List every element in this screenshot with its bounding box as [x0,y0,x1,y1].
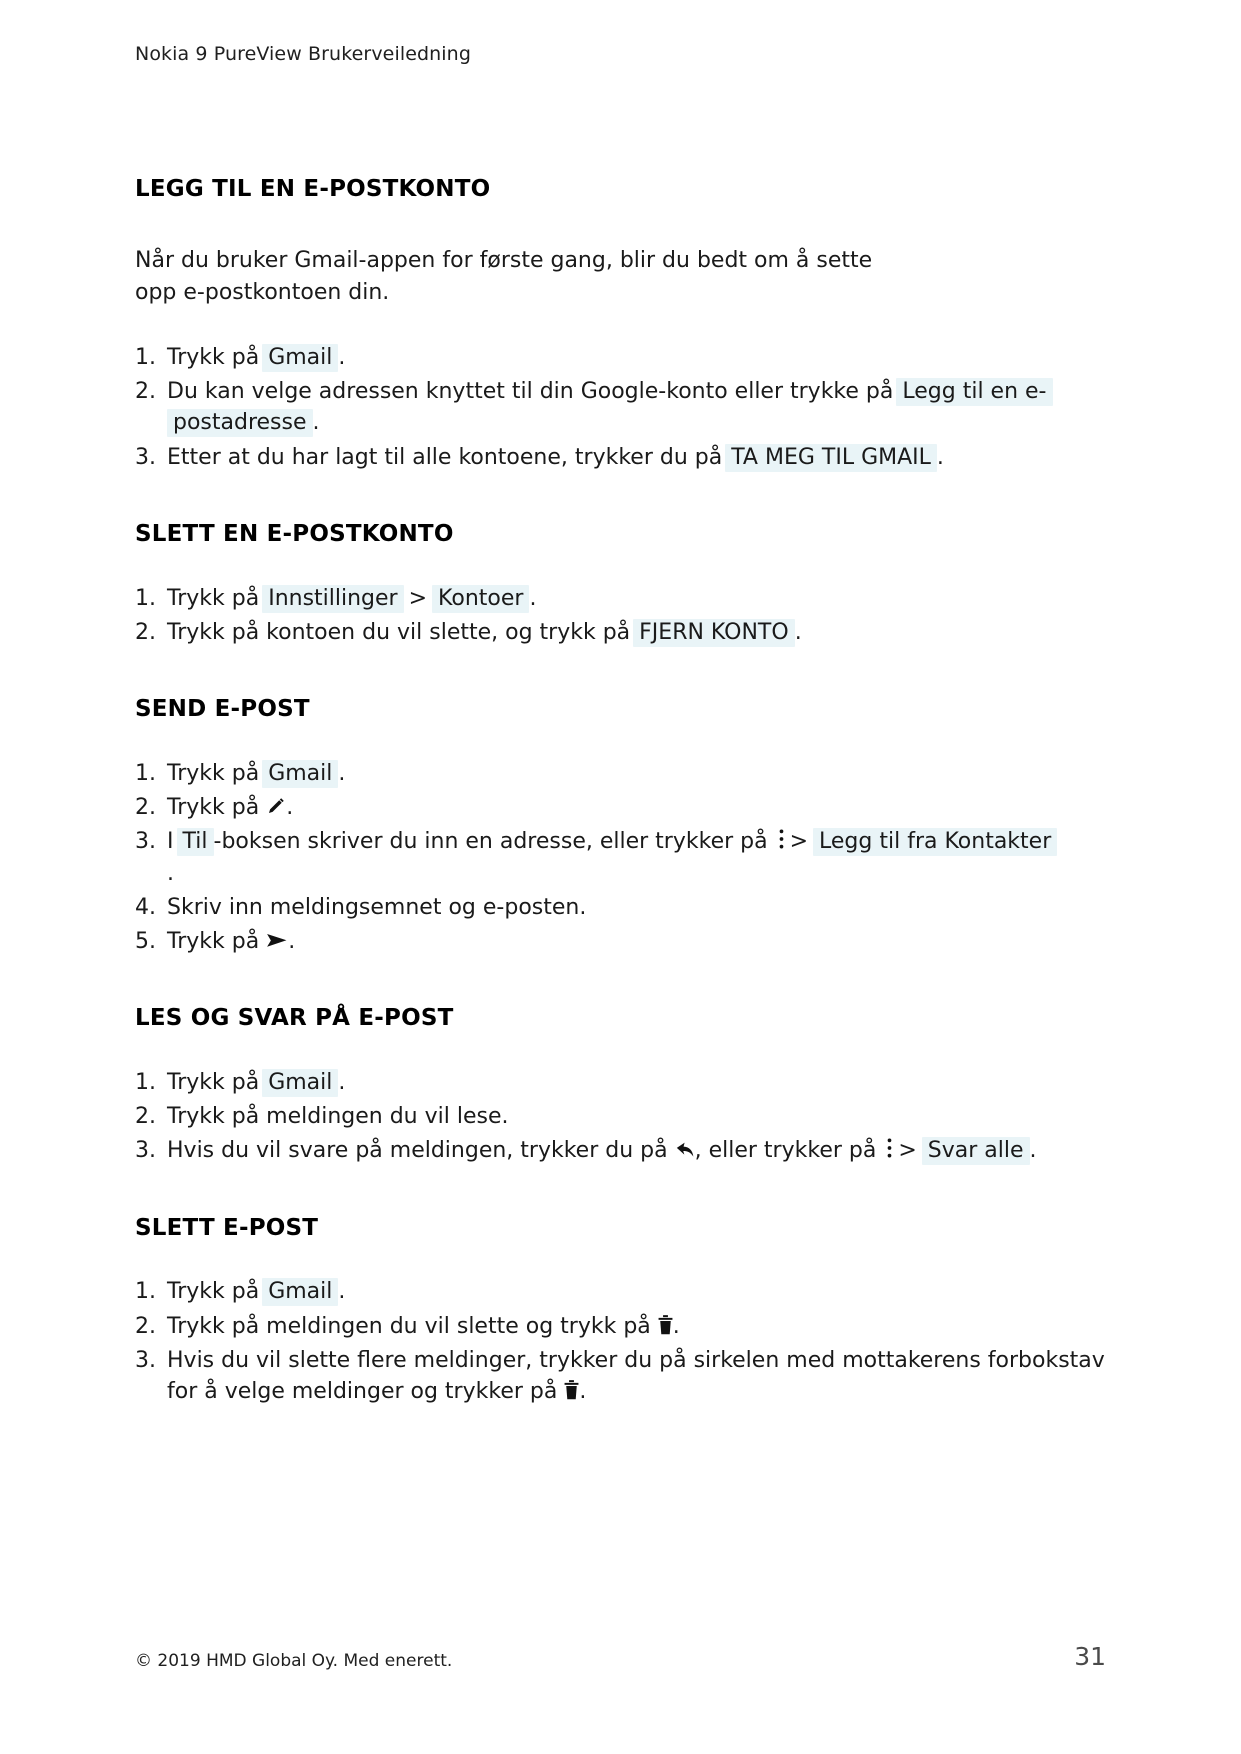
step-text-end: . [338,1279,346,1305]
running-header: Nokia 9 PureView Brukerveiledning [135,43,471,65]
ui-label-gmail[interactable]: Gmail [262,343,339,372]
more-vertical-icon[interactable] [778,828,785,850]
step-text: I [167,829,174,855]
step-text: Trykk på meldingen du vil lese. [167,1104,509,1130]
section-delete-email: SLETT E-POST Trykk på Gmail. Trykk på mel… [135,1214,1106,1408]
list-item: Trykk på . [135,792,1106,823]
section-send-email: SEND E-POST Trykk på Gmail. Trykk på . IT… [135,695,1106,957]
step-text-end: . [338,1069,346,1095]
breadcrumb-separator-icon: > [789,829,809,855]
list-item: Trykk på Gmail. [135,342,1106,373]
steps-add-email-account: Trykk på Gmail. Du kan velge adressen kny… [135,342,1106,473]
list-item: Skriv inn meldingsemnet og e-posten. [135,892,1106,923]
step-text: Trykk på [167,1279,260,1305]
list-item: Du kan velge adressen knyttet til din Go… [135,376,1106,438]
step-text: Trykk på [167,585,260,611]
list-item: Trykk på Innstillinger > Kontoer. [135,583,1106,614]
ui-label-gmail[interactable]: Gmail [262,1278,339,1307]
page-content: LEGG TIL EN E-POSTKONTO Når du bruker Gm… [135,175,1106,1408]
step-text-mid: , eller trykker på [694,1138,877,1164]
page-number: 31 [1074,1642,1106,1671]
step-text: Trykk på [167,344,260,370]
step-text-end: . [529,585,537,611]
step-text-end: . [936,444,944,470]
section-delete-email-account: SLETT EN E-POSTKONTO Trykk på Innstilling… [135,520,1106,648]
heading-send-email: SEND E-POST [135,696,310,723]
step-text: Etter at du har lagt til alle kontoene, … [167,444,723,470]
step-text-mid: -boksen skriver du inn en adresse, eller… [213,829,768,855]
step-text: Trykk på [167,1069,260,1095]
step-text: Skriv inn meldingsemnet og e-posten. [167,894,587,920]
heading-delete-email-account: SLETT EN E-POSTKONTO [135,520,454,547]
step-text: Trykk på kontoen du vil slette, og trykk… [167,619,631,645]
step-text: Trykk på [167,928,260,954]
list-item: Hvis du vil svare på meldingen, trykker … [135,1135,1106,1166]
step-text-end: . [312,410,320,436]
ui-label-add-from-contacts[interactable]: Legg til fra Kontakter [813,828,1058,857]
ui-label-reply-all[interactable]: Svar alle [921,1137,1030,1166]
list-item: Etter at du har lagt til alle kontoene, … [135,442,1106,473]
step-text: Trykk på [167,795,260,821]
send-icon[interactable] [266,932,288,950]
list-item: I Til -boksen skriver du inn en adresse, e… [135,826,1106,888]
step-text-end: . [286,795,294,821]
steps-delete-email-account: Trykk på Innstillinger > Kontoer. Trykk på … [135,583,1106,649]
list-item: Trykk på . [135,926,1106,957]
step-text: Hvis du vil svare på meldingen, trykker … [167,1138,668,1164]
section-read-reply-email: LES OG SVAR PÅ E-POST Trykk på Gmail. Try… [135,1004,1106,1167]
steps-read-reply-email: Trykk på Gmail. Trykk på meldingen du vil… [135,1067,1106,1167]
section-add-email-account: LEGG TIL EN E-POSTKONTO Når du bruker Gm… [135,175,1106,473]
list-item: Hvis du vil slette flere meldinger, tryk… [135,1345,1106,1407]
step-text: Hvis du vil slette flere meldinger, tryk… [167,1347,1105,1405]
ui-label-gmail[interactable]: Gmail [262,759,339,788]
list-item: Trykk på meldingen du vil slette og tryk… [135,1311,1106,1342]
ui-label-accounts[interactable]: Kontoer [432,584,530,613]
heading-delete-email: SLETT E-POST [135,1214,319,1241]
step-text: Trykk på [167,760,260,786]
reply-arrow-icon[interactable] [675,1141,695,1159]
step-text-end: . [167,860,174,886]
step-text-end: . [794,619,802,645]
pencil-icon[interactable] [266,796,286,816]
step-text-end: . [672,1313,680,1339]
list-item: Trykk på Gmail. [135,1276,1106,1307]
list-item: Trykk på meldingen du vil lese. [135,1101,1106,1132]
document-page: Nokia 9 PureView Brukerveiledning LEGG T… [0,0,1241,1754]
ui-label-take-me-to-gmail[interactable]: TA MEG TIL GMAIL [725,443,937,472]
list-item: Trykk på kontoen du vil slette, og trykk… [135,617,1106,648]
ui-label-settings[interactable]: Innstillinger [262,584,404,613]
intro-add-email-account: Når du bruker Gmail-appen for første gan… [135,248,873,305]
step-text-end: . [338,344,346,370]
trash-icon[interactable] [658,1314,673,1335]
trash-icon[interactable] [564,1380,579,1400]
step-text: Du kan velge adressen knyttet til din Go… [167,379,894,405]
step-text-end: . [288,928,296,954]
ui-label-to-field[interactable]: Til [176,828,214,857]
list-item: Trykk på Gmail. [135,1067,1106,1098]
step-text-end: . [1029,1138,1037,1164]
heading-add-email-account: LEGG TIL EN E-POSTKONTO [135,175,491,202]
page-footer: © 2019 HMD Global Oy. Med enerett. 31 [135,1642,1106,1671]
step-text-end: . [579,1379,587,1405]
steps-send-email: Trykk på Gmail. Trykk på . I Til -boksen sk… [135,758,1106,957]
steps-delete-email: Trykk på Gmail. Trykk på meldingen du vil… [135,1276,1106,1407]
list-item: Trykk på Gmail. [135,758,1106,789]
copyright-notice: © 2019 HMD Global Oy. Med enerett. [135,1651,453,1671]
breadcrumb-separator-icon: > [898,1138,917,1164]
step-text-end: . [338,760,346,786]
breadcrumb-separator-icon: > [408,585,428,611]
ui-label-gmail[interactable]: Gmail [262,1068,339,1097]
step-text: Trykk på meldingen du vil slette og tryk… [167,1313,651,1339]
more-vertical-icon[interactable] [886,1137,893,1159]
heading-read-reply-email: LES OG SVAR PÅ E-POST [135,1005,454,1032]
ui-label-remove-account[interactable]: FJERN KONTO [633,618,795,647]
